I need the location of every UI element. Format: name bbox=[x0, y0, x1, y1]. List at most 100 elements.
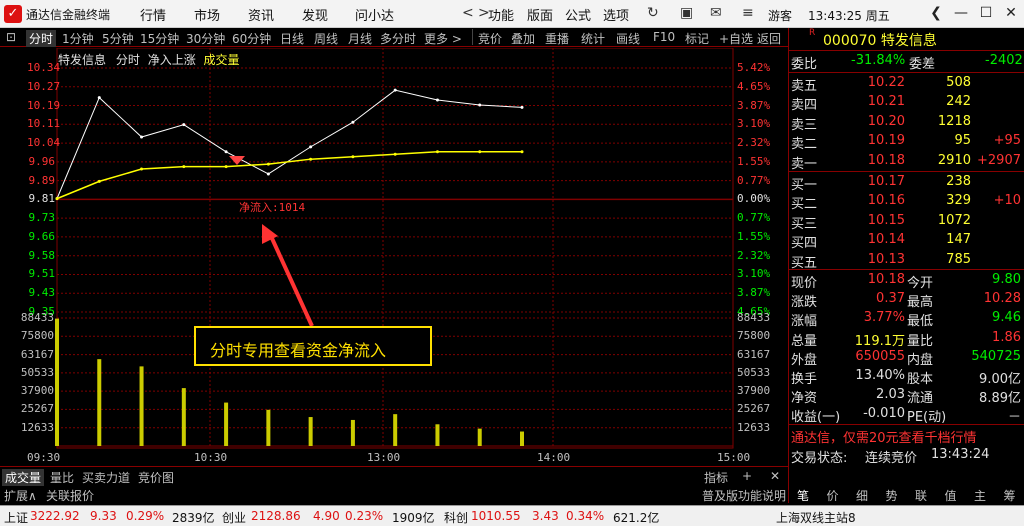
menu-wenxiaoda[interactable]: 问小达 bbox=[355, 5, 394, 24]
tab-weekly[interactable]: 周线 bbox=[314, 30, 338, 47]
pct-tick-label: 3.10% bbox=[737, 117, 771, 131]
stat-label: 涨跌 bbox=[791, 295, 818, 311]
stat-label: 外盘 bbox=[791, 352, 818, 368]
btn-fanhui[interactable]: 返回 bbox=[757, 30, 781, 47]
volume-bar bbox=[55, 318, 59, 446]
price-tick-label: 10.27 bbox=[27, 79, 61, 93]
detail-tab[interactable]: 主 bbox=[974, 487, 986, 504]
btn-diejia[interactable]: 叠加 bbox=[511, 30, 535, 47]
btn-chongbo[interactable]: 重播 bbox=[545, 30, 569, 47]
menu-shichang[interactable]: 市场 bbox=[194, 5, 220, 24]
stat-value: 2.03 bbox=[876, 387, 905, 403]
tab-volume[interactable]: 成交量 bbox=[2, 469, 45, 486]
time-tick-label: 10:30 bbox=[194, 451, 228, 464]
tab-monthly[interactable]: 月线 bbox=[348, 30, 372, 47]
stat-label: 量比 bbox=[907, 333, 934, 349]
stat-value: － bbox=[1007, 410, 1021, 426]
menu-hangqing[interactable]: 行情 bbox=[140, 5, 166, 24]
user-label[interactable]: 游客 bbox=[768, 7, 792, 24]
btn-f10[interactable]: F10 bbox=[653, 30, 675, 44]
close-icon[interactable]: ✕ bbox=[1000, 3, 1022, 23]
menu-xuanxiang[interactable]: 选项 bbox=[603, 5, 629, 24]
tab-expand[interactable]: 扩展∧ bbox=[4, 487, 37, 504]
back-nav-icon[interactable]: ❮ bbox=[925, 3, 947, 23]
status-item: 621.2亿 bbox=[613, 511, 660, 525]
menu-gongneng[interactable]: 功能 bbox=[488, 5, 514, 24]
btn-jingjia[interactable]: 竞价 bbox=[478, 30, 502, 47]
volume-bar bbox=[266, 409, 271, 446]
tab-30min[interactable]: 30分钟 bbox=[186, 30, 225, 47]
back-icon[interactable]: < bbox=[462, 5, 474, 21]
promo-row[interactable]: 通达信，仅需20元查看千档行情 bbox=[789, 426, 1024, 446]
bid-level-label: 买二 bbox=[791, 197, 818, 213]
btn-tongji[interactable]: 统计 bbox=[581, 30, 605, 47]
tab-5min[interactable]: 5分钟 bbox=[102, 30, 134, 47]
tab-related-quotes[interactable]: 关联报价 bbox=[46, 487, 94, 504]
volume-bar bbox=[139, 366, 144, 446]
tab-zhibiao[interactable]: 指标 bbox=[704, 469, 728, 486]
index-status-bar: 上证 3222.92 9.33 0.29% 2839亿 创业 2128.86 4.90 0.23… bbox=[0, 505, 1024, 526]
chart-volume-label: 成交量 bbox=[203, 53, 240, 67]
tab-jingjia-tu[interactable]: 竞价图 bbox=[138, 469, 174, 486]
menu-gongshi[interactable]: 公式 bbox=[565, 5, 591, 24]
tab-60min[interactable]: 60分钟 bbox=[232, 30, 271, 47]
detail-tab[interactable]: 值 bbox=[945, 487, 957, 504]
tab-fenshi[interactable]: 分时 bbox=[26, 30, 57, 47]
callout-box: 分时专用查看资金净流入 bbox=[194, 326, 432, 366]
refresh-icon[interactable]: ↻ bbox=[647, 5, 659, 21]
ask-level-label: 卖二 bbox=[791, 137, 818, 153]
menu-zixun[interactable]: 资讯 bbox=[248, 5, 274, 24]
toolbar-left-icon[interactable]: ⊡ bbox=[6, 30, 16, 44]
stat-label: 收益(一) bbox=[791, 410, 841, 426]
callout-arrowhead bbox=[262, 224, 278, 244]
stat-row: 现价 10.18 今开 9.80 bbox=[789, 271, 1024, 291]
add-indicator-button[interactable]: + bbox=[742, 469, 752, 483]
mail-icon[interactable]: ✉ bbox=[710, 5, 722, 21]
btn-huaxian[interactable]: 画线 bbox=[616, 30, 640, 47]
stat-value: 119.1万 bbox=[854, 333, 905, 349]
detail-tab[interactable]: 笔 bbox=[797, 487, 809, 504]
menu-list-icon[interactable]: ≡ bbox=[742, 5, 754, 21]
help-link[interactable]: 普及版功能说明 bbox=[702, 487, 786, 504]
lock-icon[interactable]: ▣ bbox=[680, 5, 693, 21]
price-tick-label: 9.89 bbox=[28, 173, 56, 187]
quote-panel: R 000070 特发信息 委比 -31.84% 委差 -2402 卖五 10.2… bbox=[788, 28, 1024, 466]
maximize-icon[interactable]: ☐ bbox=[975, 3, 997, 23]
menu-faxian[interactable]: 发现 bbox=[302, 5, 328, 24]
stat-row: 换手 13.40% 股本 9.00亿 bbox=[789, 367, 1024, 387]
status-item: 上证 bbox=[4, 511, 29, 525]
detail-tab[interactable]: 筹 bbox=[1004, 487, 1016, 504]
tab-liangbi[interactable]: 量比 bbox=[50, 469, 74, 486]
minimize-icon[interactable]: — bbox=[950, 3, 972, 23]
detail-tab[interactable]: 价 bbox=[827, 487, 839, 504]
stat-label: 最低 bbox=[907, 314, 934, 330]
close-indicator-icon[interactable]: ✕ bbox=[770, 469, 780, 483]
stat-label: 换手 bbox=[791, 372, 818, 387]
volume-bar bbox=[224, 402, 229, 446]
bid-volume: 329 bbox=[946, 193, 971, 209]
status-item: 0.34% bbox=[566, 509, 605, 523]
btn-biaoji[interactable]: 标记 bbox=[685, 30, 709, 47]
stat-row: 收益(一) -0.010 PE(动) － bbox=[789, 405, 1024, 426]
bid-level-label: 买三 bbox=[791, 216, 818, 232]
intraday-chart[interactable]: 特发信息 分时 净入上涨 成交量 10.34 10.27 10.19 10.11 10.… bbox=[0, 48, 788, 466]
detail-tab[interactable]: 势 bbox=[886, 487, 898, 504]
detail-tab[interactable]: 细 bbox=[856, 487, 868, 504]
status-item: 1010.55 bbox=[471, 509, 521, 523]
tab-multi-fenshi[interactable]: 多分时 bbox=[380, 30, 416, 47]
tab-daily[interactable]: 日线 bbox=[280, 30, 304, 47]
tab-15min[interactable]: 15分钟 bbox=[140, 30, 179, 47]
ask-level-label: 卖五 bbox=[791, 79, 818, 94]
trade-status-row: 交易状态: 连续竞价 13:43:24 bbox=[789, 446, 1024, 466]
chart-header: 特发信息 分时 净入上涨 成交量 bbox=[58, 51, 240, 68]
price-tick-label: 10.34 bbox=[27, 61, 61, 74]
btn-add-watchlist[interactable]: +自选 bbox=[719, 30, 753, 47]
promo-text[interactable]: 通达信，仅需20元查看千档行情 bbox=[791, 427, 977, 446]
menu-banmian[interactable]: 版面 bbox=[527, 5, 553, 24]
stock-code-name[interactable]: 000070 特发信息 bbox=[823, 30, 937, 50]
detail-tab[interactable]: 联 bbox=[915, 487, 927, 504]
tab-more[interactable]: 更多 > bbox=[424, 30, 462, 47]
detail-tab-bar: 笔 价细 势联 值主 筹 bbox=[789, 485, 1024, 503]
tab-maimai-lidao[interactable]: 买卖力道 bbox=[82, 469, 130, 486]
tab-1min[interactable]: 1分钟 bbox=[62, 30, 94, 47]
